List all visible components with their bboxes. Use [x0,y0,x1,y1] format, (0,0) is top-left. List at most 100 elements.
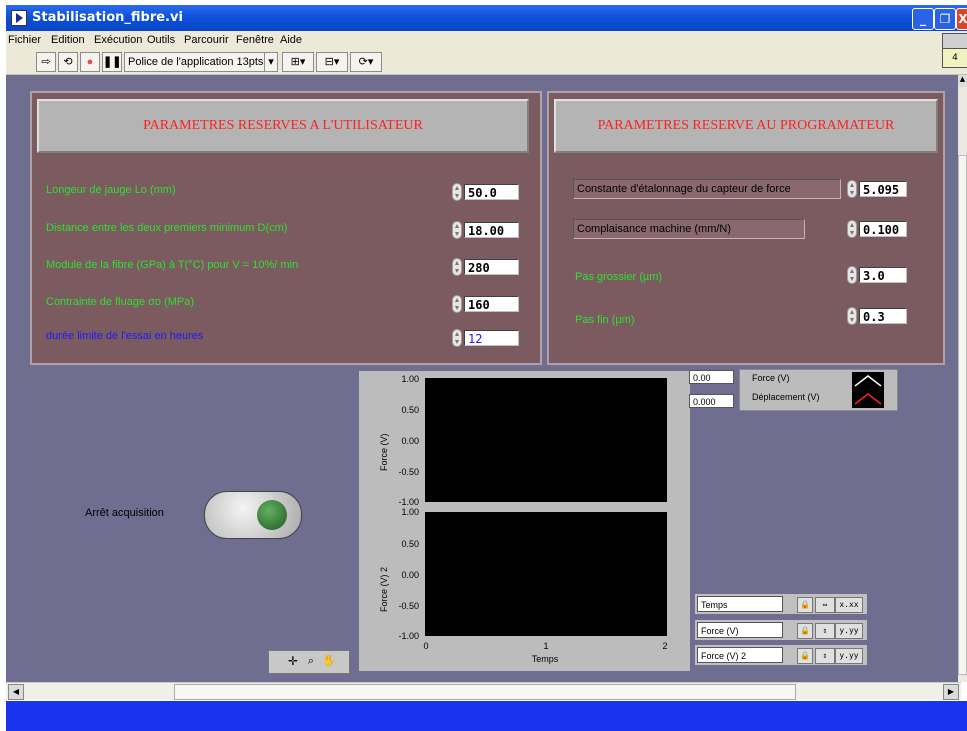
creep-stress-stepper[interactable] [452,295,462,313]
scale-name-force-2[interactable]: Force (V) 2 [697,647,783,663]
menu-outils[interactable]: Outils [147,34,175,46]
menu-execution[interactable]: Exécution [94,34,142,46]
plot-legend: Force (V) Déplacement (V) [739,369,898,411]
run-continuously-icon[interactable]: ⟲ [58,52,78,72]
calibration-input[interactable]: 5.095 [859,181,907,197]
y-format-button[interactable]: y.yy [835,648,863,664]
gauge-length-stepper[interactable] [452,183,462,201]
menu-edition[interactable]: Edition [51,34,85,46]
programmer-section-title: PARAMETRES RESERVE AU PROGRAMATEUR [554,99,938,153]
reorder-icon[interactable]: ⟳▾ [350,52,382,72]
pause-icon[interactable]: ❚❚ [102,52,122,72]
x-tick: 0 [423,641,429,651]
abort-icon[interactable]: ● [80,52,100,72]
param-label-distance: Distance entre les deux premiers minimum… [46,222,288,234]
zoom-icon[interactable]: ⌕ [303,654,319,668]
scale-name-temps[interactable]: Temps [697,596,783,612]
title-bar: Stabilisation_fibre.vi _ ❐ X [6,5,967,31]
scroll-right-icon[interactable]: ▶ [943,684,959,700]
compliance-input[interactable]: 0.100 [859,221,907,237]
param-label-gauge-length: Longeur de jauge Lo (mm) [46,184,176,196]
restore-button[interactable]: ❐ [934,8,956,30]
autoscale-y-icon[interactable]: ⇕ [815,623,835,639]
y-tick: -1.00 [398,497,419,507]
param-label-duration: durée limite de l'essai en heures [46,330,204,342]
menu-fenetre[interactable]: Fenêtre [236,34,274,46]
scroll-left-icon[interactable]: ◀ [8,684,24,700]
programmer-params-section: PARAMETRES RESERVE AU PROGRAMATEUR Const… [547,91,945,365]
param-label-calibration: Constante d'étalonnage du capteur de for… [573,179,841,199]
lock-icon[interactable]: 🔒 [797,623,813,639]
menu-parcourir[interactable]: Parcourir [184,34,229,46]
coarse-step-stepper[interactable] [847,266,857,284]
horizontal-scrollbar[interactable]: ◀ ▶ [6,682,961,700]
stop-acquisition-button[interactable] [204,491,302,539]
compliance-stepper[interactable] [847,220,857,238]
connector-pane-icon: 4 [942,48,967,68]
x-tick: 1 [543,641,549,651]
font-select[interactable]: Police de l'application 13pts [124,52,267,72]
x-format-button[interactable]: x.xx [835,597,863,613]
distance-stepper[interactable] [452,221,462,239]
param-label-creep-stress: Contrainte de fluage σo (MPa) [46,296,195,308]
lock-icon[interactable]: 🔒 [797,597,813,613]
cursor-move-icon[interactable]: ✛ [285,654,301,668]
scale-legend-row: Force (V) 🔒 ⇕ y.yy [695,620,867,640]
y-tick: -1.00 [398,631,419,641]
waveform-chart: 1.00 0.50 0.00 -0.50 -1.00 1.00 0.50 0.0… [359,371,690,671]
y-format-button[interactable]: y.yy [835,623,863,639]
duration-input[interactable]: 12 [464,330,519,346]
close-button[interactable]: X [956,8,967,30]
y-tick: 0.00 [401,570,419,580]
scale-legend-row: Temps 🔒 ⇔ x.xx [695,594,867,614]
taskbar-strip [6,701,967,731]
legend-item-displacement: Déplacement (V) [752,392,820,402]
fine-step-stepper[interactable] [847,307,857,325]
chevron-down-icon[interactable]: ▾ [264,52,278,72]
cursor-x-readout[interactable]: 0.00 [689,370,734,384]
vertical-scrollbar[interactable]: ▲ [958,75,967,682]
cursor-y-readout[interactable]: 0.000 [689,394,734,408]
coarse-step-input[interactable]: 3.0 [859,267,907,283]
scale-legend-row: Force (V) 2 🔒 ⇕ y.yy [695,645,867,665]
distribute-objects-icon[interactable]: ⊟▾ [316,52,348,72]
user-section-title: PARAMETRES RESERVES A L'UTILISATEUR [37,99,529,153]
scroll-up-icon[interactable]: ▲ [958,75,967,87]
plot-area-bottom [425,512,667,636]
y-tick: -0.50 [398,467,419,477]
legend-item-force: Force (V) [752,373,790,383]
distance-input[interactable]: 18.00 [464,222,519,238]
menu-aide[interactable]: Aide [280,34,302,46]
duration-stepper[interactable] [452,329,462,347]
creep-stress-input[interactable]: 160 [464,296,519,312]
minimize-button[interactable]: _ [912,8,934,30]
x-axis-label: Temps [531,654,559,664]
run-arrow-icon[interactable]: ⇨ [36,52,56,72]
align-objects-icon[interactable]: ⊞▾ [282,52,314,72]
y-tick: 1.00 [401,507,419,517]
param-label-coarse-step: Pas grossier (µm) [575,271,663,283]
fine-step-input[interactable]: 0.3 [859,308,907,324]
force-line-swatch-icon[interactable] [852,372,884,390]
param-label-compliance: Complaisance machine (mm/N) [573,219,805,239]
horizontal-scroll-thumb[interactable] [174,684,796,700]
plot-area-top [425,378,667,502]
displacement-line-swatch-icon[interactable] [852,390,884,408]
window-title: Stabilisation_fibre.vi [32,10,183,25]
autoscale-y-icon[interactable]: ⇕ [815,648,835,664]
modulus-input[interactable]: 280 [464,259,519,275]
gauge-length-input[interactable]: 50.0 [464,184,519,200]
pan-hand-icon[interactable]: ✋ [321,654,337,668]
lock-icon[interactable]: 🔒 [797,648,813,664]
x-tick: 2 [662,641,668,651]
calibration-stepper[interactable] [847,180,857,198]
autoscale-x-icon[interactable]: ⇔ [815,597,835,613]
y-axis-label-bottom: Force (V) 2 [379,566,389,612]
modulus-stepper[interactable] [452,258,462,276]
stop-acquisition-label: Arrêt acquisition [85,507,164,519]
scale-name-force[interactable]: Force (V) [697,622,783,638]
menu-fichier[interactable]: Fichier [8,34,41,46]
vertical-scroll-thumb[interactable] [958,155,967,675]
menu-bar: Fichier Edition Exécution Outils Parcour… [6,31,967,52]
graph-palette: ✛ ⌕ ✋ [268,650,350,674]
